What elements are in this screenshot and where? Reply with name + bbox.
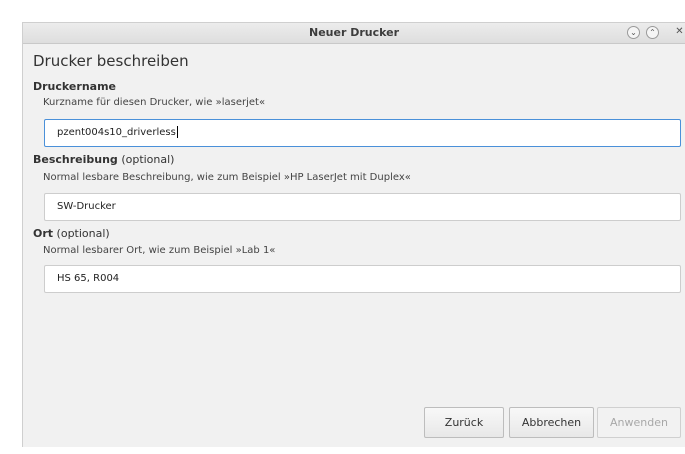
close-button[interactable]: ✕: [673, 26, 685, 39]
chevron-down-icon: ⌄: [630, 28, 637, 37]
description-hint: Normal lesbare Beschreibung, wie zum Bei…: [43, 172, 411, 183]
printer-name-value: pzent004s10_driverless: [57, 127, 176, 138]
location-label-text: Ort: [33, 227, 54, 240]
description-label: Beschreibung (optional): [33, 153, 174, 166]
location-label: Ort (optional): [33, 227, 110, 240]
location-input[interactable]: HS 65, R004: [44, 265, 681, 293]
minimize-button[interactable]: ⌄: [627, 26, 640, 39]
location-value: HS 65, R004: [57, 273, 120, 284]
back-button[interactable]: Zurück: [424, 407, 504, 438]
apply-button[interactable]: Anwenden: [597, 407, 681, 438]
printer-name-input[interactable]: pzent004s10_driverless: [44, 119, 681, 147]
window-title: Neuer Drucker: [308, 26, 400, 39]
description-optional-text: (optional): [121, 153, 175, 166]
titlebar[interactable]: Neuer Drucker ⌄ ⌃ ✕: [23, 23, 685, 44]
close-icon: ✕: [675, 26, 684, 37]
description-label-text: Beschreibung: [33, 153, 118, 166]
location-optional-text: (optional): [56, 227, 110, 240]
printer-name-label: Druckername: [33, 80, 116, 93]
maximize-button[interactable]: ⌃: [646, 26, 659, 39]
description-input[interactable]: SW-Drucker: [44, 193, 681, 221]
desktop: Neuer Drucker ⌄ ⌃ ✕ Drucker beschreiben …: [0, 0, 685, 454]
page-heading: Drucker beschreiben: [33, 52, 189, 70]
dialog-window: Neuer Drucker ⌄ ⌃ ✕ Drucker beschreiben …: [22, 22, 685, 447]
location-hint: Normal lesbarer Ort, wie zum Beispiel »L…: [43, 245, 276, 256]
description-value: SW-Drucker: [57, 201, 116, 212]
printer-name-label-text: Druckername: [33, 80, 116, 93]
cancel-button[interactable]: Abbrechen: [509, 407, 594, 438]
printer-name-hint: Kurzname für diesen Drucker, wie »laserj…: [43, 97, 266, 108]
chevron-up-icon: ⌃: [649, 28, 656, 37]
text-caret: [176, 126, 178, 138]
